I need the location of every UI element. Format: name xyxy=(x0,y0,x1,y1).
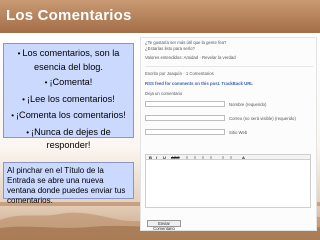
bullet-item: • ¡Comenta! xyxy=(44,77,93,87)
name-field[interactable] xyxy=(145,101,225,107)
bullet-item: • Los comentarios, son la esencia del blo… xyxy=(17,48,120,72)
submit-comment-button[interactable]: Enviar Comentario xyxy=(147,220,181,230)
leave-reply-heading: Deja un comentario xyxy=(145,91,183,96)
bullet-list-box: • Los comentarios, son la esencia del blo… xyxy=(3,43,134,150)
title-bar: Los Comentarios xyxy=(0,0,320,33)
separator xyxy=(145,66,313,67)
rss-feed-link[interactable]: RSS feed for comments on this post. Trac… xyxy=(145,81,253,86)
bullet-item: • ¡Nunca de dejes de responder! xyxy=(26,126,111,151)
comment-textarea[interactable] xyxy=(145,160,311,208)
bullet-item: • ¡Lee los comentarios! xyxy=(22,93,115,104)
question-line: ¿Estarías listo para serlo? xyxy=(145,46,195,51)
question-line: ¿Te gustaría ser más útil que la gente f… xyxy=(145,40,227,45)
website-field-label: Sitio Web xyxy=(229,130,248,135)
name-field-label: Nombre (requerido) xyxy=(229,102,267,107)
bullet-item: • ¡Comenta los comentarios! xyxy=(11,110,126,120)
slide-title: Los Comentarios xyxy=(6,7,132,24)
votes-line: Valores entendidos: Amidad · Revelar la … xyxy=(145,55,236,60)
email-field-label: Correo (no será visible) (requerido) xyxy=(229,116,296,121)
instruction-note: Al pinchar en el Título de la Entrada se… xyxy=(3,162,134,205)
post-meta: Escrito por Joaquín · 1 Comentarios xyxy=(145,71,214,76)
website-field[interactable] xyxy=(145,129,225,135)
email-field[interactable] xyxy=(145,115,225,121)
blog-comment-screenshot: ¿Te gustaría ser más útil que la gente f… xyxy=(140,37,317,231)
